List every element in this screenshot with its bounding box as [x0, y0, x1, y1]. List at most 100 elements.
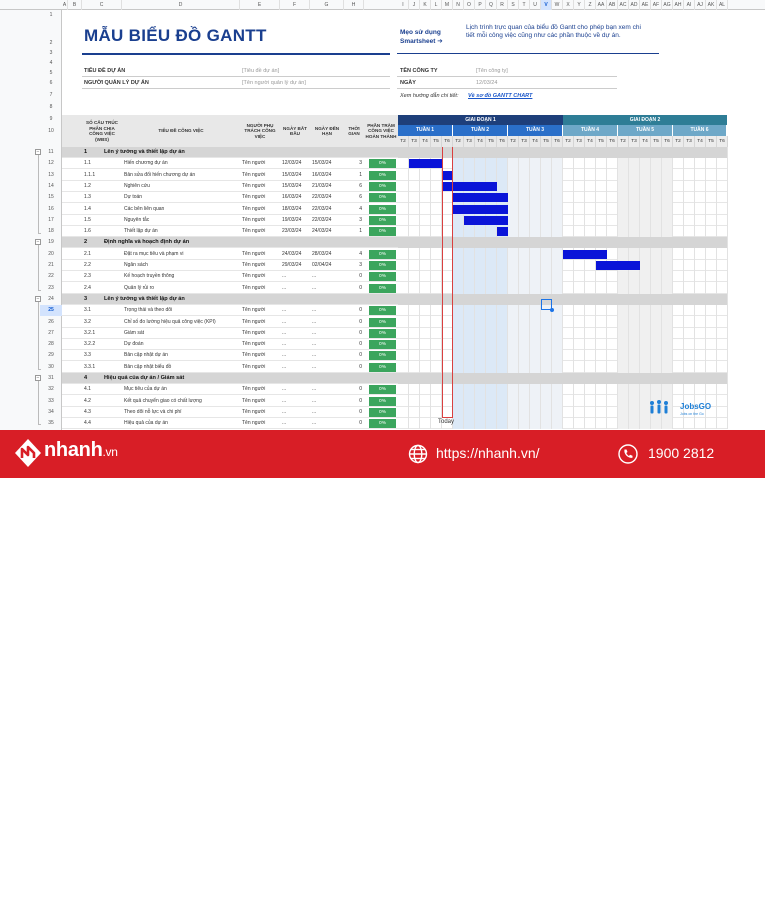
row-number[interactable]: 23 [40, 283, 62, 294]
start-cell[interactable]: 15/03/24 [282, 170, 312, 181]
duration-cell[interactable]: 0 [344, 317, 362, 328]
due-cell[interactable]: ... [312, 350, 344, 361]
start-cell[interactable]: ... [282, 339, 312, 350]
task-bar[interactable] [409, 159, 442, 169]
start-cell[interactable]: ... [282, 283, 312, 294]
column-letter[interactable]: W [552, 0, 563, 10]
percent-cell[interactable]: 0% [369, 181, 396, 191]
row-number[interactable]: 5 [40, 68, 62, 78]
wbs-cell[interactable]: 1.4 [84, 204, 122, 215]
percent-cell[interactable]: 0% [369, 227, 396, 237]
column-letter[interactable]: H [344, 0, 364, 10]
row-number[interactable]: 14 [40, 181, 62, 192]
wbs-cell[interactable]: 4.3 [84, 407, 122, 418]
wbs-cell[interactable]: 2.3 [84, 271, 122, 282]
date-value[interactable]: 12/03/24 [476, 80, 497, 86]
wbs-cell[interactable]: 3.3 [84, 350, 122, 361]
row-number[interactable]: 17 [40, 215, 62, 226]
column-letter[interactable]: AC [618, 0, 629, 10]
brand-name[interactable]: nhanh.vn [44, 439, 118, 462]
owner-cell[interactable]: Tên người [242, 317, 280, 328]
due-cell[interactable]: ... [312, 362, 344, 373]
row-number[interactable]: 25 [40, 305, 62, 317]
row-number[interactable]: 33 [40, 396, 62, 407]
wbs-cell[interactable]: 3.2.2 [84, 339, 122, 350]
owner-cell[interactable]: Tên người [242, 260, 280, 271]
column-letter[interactable]: AH [673, 0, 684, 10]
due-cell[interactable]: 24/03/24 [312, 226, 344, 237]
row-number[interactable]: 32 [40, 384, 62, 395]
duration-cell[interactable]: 3 [344, 260, 362, 271]
row-number[interactable]: 4 [40, 58, 62, 68]
due-cell[interactable]: ... [312, 407, 344, 418]
duration-cell[interactable]: 0 [344, 328, 362, 339]
task-cell[interactable]: Bản sửa đổi hiến chương dự án [124, 170, 240, 181]
start-cell[interactable]: 15/03/24 [282, 181, 312, 192]
start-cell[interactable]: ... [282, 317, 312, 328]
fill-handle[interactable] [550, 308, 554, 312]
column-letter[interactable]: M [442, 0, 453, 10]
percent-cell[interactable]: 0% [369, 283, 396, 293]
start-cell[interactable]: 19/03/24 [282, 215, 312, 226]
owner-cell[interactable]: Tên người [242, 418, 280, 429]
duration-cell[interactable]: 0 [344, 362, 362, 373]
duration-cell[interactable]: 4 [344, 249, 362, 260]
percent-cell[interactable]: 0% [369, 170, 396, 180]
due-cell[interactable]: ... [312, 384, 344, 395]
start-cell[interactable]: 16/03/24 [282, 192, 312, 203]
owner-cell[interactable]: Tên người [242, 396, 280, 407]
wbs-cell[interactable]: 3.2.1 [84, 328, 122, 339]
owner-cell[interactable]: Tên người [242, 226, 280, 237]
row-number[interactable]: 3 [40, 48, 62, 58]
duration-cell[interactable]: 0 [344, 350, 362, 361]
owner-cell[interactable]: Tên người [242, 158, 280, 169]
start-cell[interactable]: ... [282, 362, 312, 373]
task-cell[interactable]: Bản cập nhật biểu đồ [124, 362, 240, 373]
percent-cell[interactable]: 0% [369, 272, 396, 282]
start-cell[interactable]: ... [282, 271, 312, 282]
column-letter[interactable]: C [82, 0, 122, 10]
row-number[interactable]: 20 [40, 249, 62, 260]
percent-cell[interactable]: 0% [369, 249, 396, 259]
task-cell[interactable]: Bản cập nhật dự án [124, 350, 240, 361]
task-cell[interactable]: Ngân sách [124, 260, 240, 271]
column-letter[interactable]: R [497, 0, 508, 10]
percent-cell[interactable]: 0% [369, 261, 396, 270]
percent-cell[interactable]: 0% [369, 419, 396, 429]
column-letter[interactable]: L [431, 0, 442, 10]
percent-cell[interactable]: 0% [369, 396, 396, 406]
task-cell[interactable]: Nghiên cứu [124, 181, 240, 192]
row-number[interactable]: 15 [40, 192, 62, 203]
duration-cell[interactable]: 3 [344, 158, 362, 169]
column-letter[interactable]: E [240, 0, 280, 10]
owner-cell[interactable]: Tên người [242, 170, 280, 181]
duration-cell[interactable]: 3 [344, 215, 362, 226]
row-number[interactable]: 24 [40, 294, 62, 305]
column-letter[interactable]: D [122, 0, 240, 10]
task-bar[interactable] [596, 261, 640, 270]
tip-link[interactable]: Mẹo sử dụng Smartsheet ➔ [400, 28, 460, 46]
row-number[interactable]: 2 [40, 38, 62, 48]
row-number[interactable]: 18 [40, 226, 62, 237]
start-cell[interactable]: ... [282, 418, 312, 429]
start-cell[interactable]: ... [282, 328, 312, 339]
column-letter[interactable]: AD [629, 0, 640, 10]
percent-cell[interactable]: 0% [369, 340, 396, 350]
duration-cell[interactable]: 1 [344, 226, 362, 237]
start-cell[interactable]: ... [282, 350, 312, 361]
task-cell[interactable]: Các bên liên quan [124, 204, 240, 215]
wbs-cell[interactable]: 1.5 [84, 215, 122, 226]
project-title-value[interactable]: [Tiêu đề dự án] [242, 68, 279, 74]
duration-cell[interactable]: 0 [344, 407, 362, 418]
row-number[interactable]: 19 [40, 237, 62, 248]
owner-cell[interactable]: Tên người [242, 283, 280, 294]
column-letter[interactable]: AI [684, 0, 695, 10]
hotline[interactable]: 1900 2812 [648, 445, 714, 461]
wbs-cell[interactable]: 3.2 [84, 317, 122, 328]
duration-cell[interactable]: 0 [344, 396, 362, 407]
row-number[interactable]: 10 [40, 126, 62, 136]
row-number[interactable]: 1 [40, 10, 62, 20]
task-bar[interactable] [453, 204, 508, 214]
percent-cell[interactable]: 0% [369, 159, 396, 169]
row-number[interactable]: 30 [40, 362, 62, 373]
